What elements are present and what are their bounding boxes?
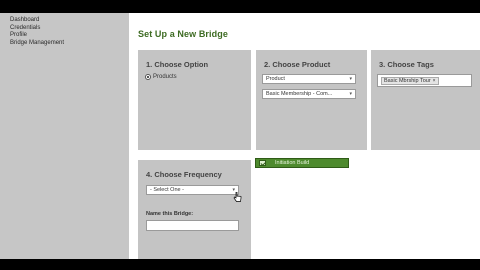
- select-value: Product: [266, 76, 285, 82]
- sidebar-item-bridge-management[interactable]: Bridge Management: [10, 40, 129, 48]
- frequency-select[interactable]: - Select One - ▾: [146, 185, 239, 195]
- panel-title: 3. Choose Tags: [379, 60, 434, 69]
- radio-label: Products: [153, 74, 177, 80]
- panel-title: 4. Choose Frequency: [146, 170, 222, 179]
- radio-button[interactable]: [145, 74, 151, 80]
- chevron-down-icon: ▾: [349, 76, 352, 82]
- products-radio[interactable]: Products: [145, 74, 177, 80]
- panel-title: 2. Choose Product: [264, 60, 331, 69]
- select-value: - Select One -: [150, 187, 184, 193]
- sidebar: Dashboard Credentials Profile Bridge Man…: [0, 13, 129, 259]
- close-icon[interactable]: ×: [433, 78, 436, 84]
- top-bar: [0, 0, 480, 13]
- bottom-bar: [0, 259, 480, 270]
- choose-tags-panel: 3. Choose Tags Basic Mbrship Tour ×: [371, 50, 480, 150]
- sidebar-item-credentials[interactable]: Credentials: [10, 25, 129, 33]
- mouse-pointer-icon: [233, 192, 242, 202]
- bridge-name-label: Name this Bridge:: [146, 211, 194, 217]
- check-icon: [259, 160, 266, 166]
- button-label: Initiation Build: [275, 160, 310, 166]
- main-content: Set Up a New Bridge 1. Choose Option Pro…: [129, 13, 480, 259]
- panel-title: 1. Choose Option: [146, 60, 209, 69]
- bridge-name-input[interactable]: [146, 220, 239, 231]
- chevron-down-icon: ▾: [349, 91, 352, 97]
- page-title: Set Up a New Bridge: [138, 29, 228, 39]
- select-value: Basic Membership - Com...: [266, 91, 333, 97]
- sidebar-item-profile[interactable]: Profile: [10, 32, 129, 40]
- choose-product-panel: 2. Choose Product Product ▾ Basic Member…: [256, 50, 367, 150]
- choose-frequency-panel: 4. Choose Frequency - Select One - ▾ Nam…: [138, 160, 251, 259]
- sidebar-item-dashboard[interactable]: Dashboard: [10, 17, 129, 25]
- tags-input[interactable]: Basic Mbrship Tour ×: [377, 74, 472, 87]
- product-type-select[interactable]: Product ▾: [262, 74, 356, 84]
- initiation-build-button[interactable]: Initiation Build: [255, 158, 349, 168]
- product-select[interactable]: Basic Membership - Com... ▾: [262, 89, 356, 99]
- choose-option-panel: 1. Choose Option Products: [138, 50, 251, 150]
- tag-chip: Basic Mbrship Tour ×: [381, 77, 439, 85]
- tag-label: Basic Mbrship Tour: [384, 78, 431, 84]
